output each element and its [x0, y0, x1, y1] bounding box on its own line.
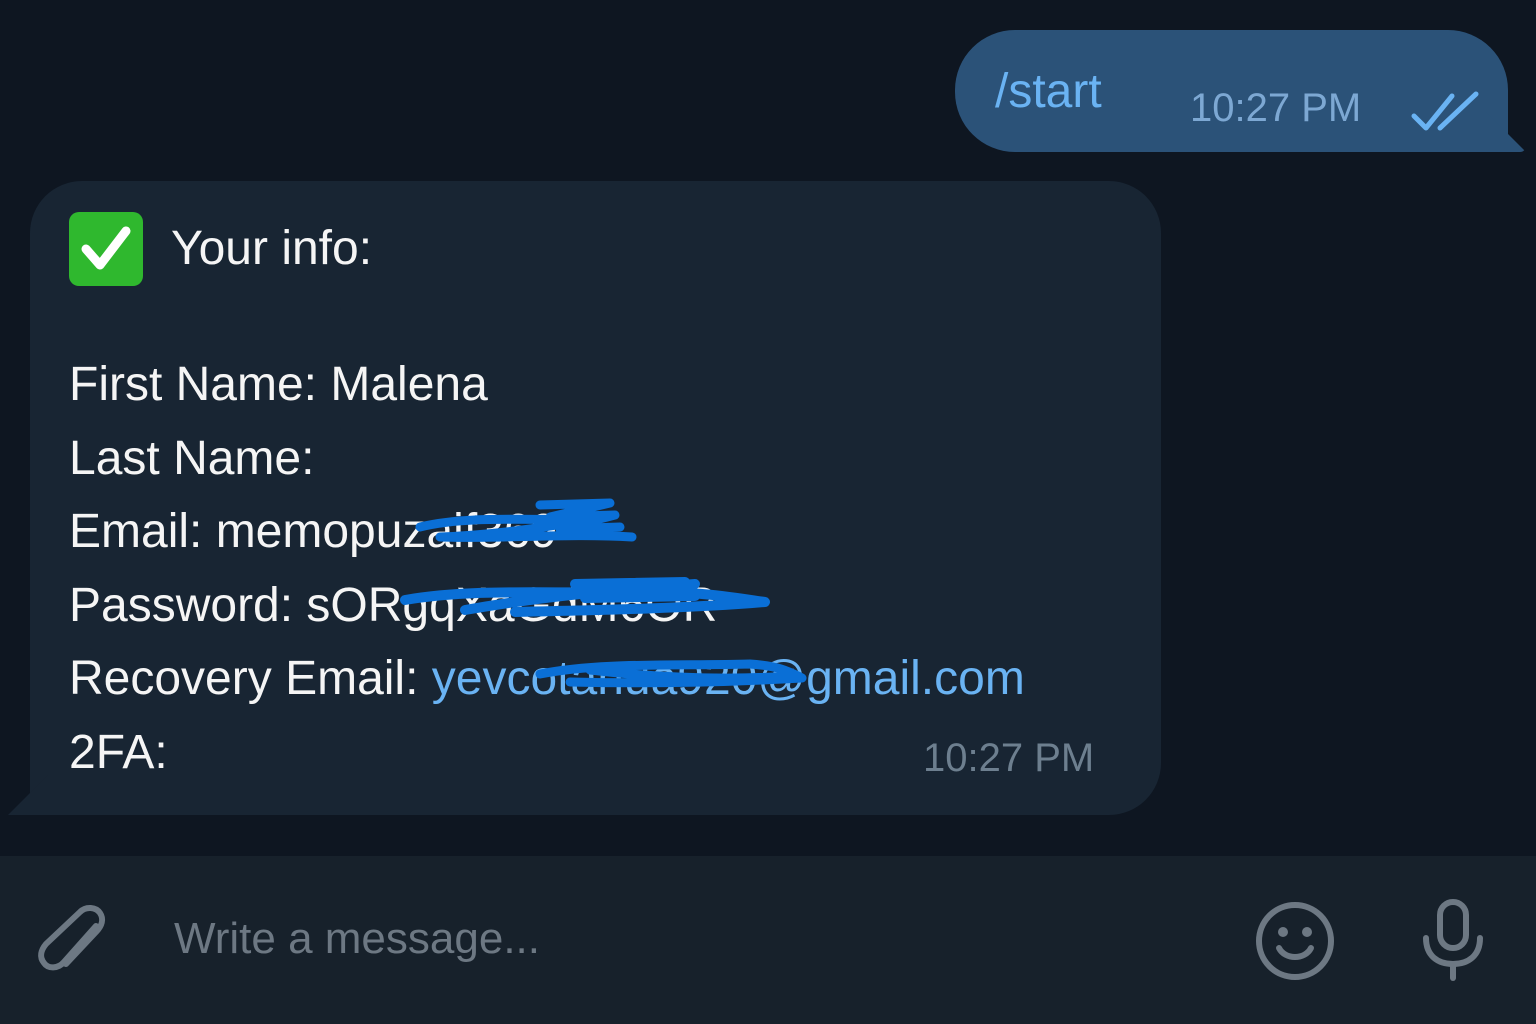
- recovery-redacted-part: otanua920: [530, 652, 758, 705]
- double-check-icon: [1411, 91, 1479, 131]
- bubble-tail: [1486, 112, 1526, 152]
- recovery-email-line: Recovery Email: yevcotanua920@gmail.com: [69, 651, 1025, 706]
- smiley-icon[interactable]: [1254, 900, 1336, 982]
- password-prefix: Password: sORgq: [69, 579, 456, 632]
- outgoing-message-text: /start: [995, 65, 1102, 118]
- twofa-line: 2FA:: [69, 726, 168, 779]
- incoming-message-bubble[interactable]: Your info: First Name: Malena Last Name:…: [8, 181, 1161, 815]
- bubble-tail: [8, 775, 48, 815]
- chat-area: /start 10:27 PM Your info: First Name: M…: [0, 0, 1536, 856]
- last-name-line: Last Name:: [69, 432, 315, 485]
- first-name-line: First Name: Malena: [69, 358, 488, 411]
- recovery-email-label: Recovery Email:: [69, 652, 432, 705]
- microphone-icon[interactable]: [1420, 898, 1486, 982]
- email-prefix: Email: memopuz: [69, 505, 427, 558]
- recovery-email-link[interactable]: yevcotanua920@gmail.com: [432, 652, 1025, 705]
- incoming-message-time: 10:27 PM: [923, 736, 1095, 780]
- email-redacted-part: aif369: [426, 505, 558, 558]
- paperclip-icon[interactable]: [36, 904, 112, 984]
- password-line: Password: sORgqXaGdM6OR: [69, 578, 717, 633]
- email-line: Email: memopuzaif369: [69, 504, 557, 559]
- password-redacted-part: XaGdM6OR: [455, 579, 718, 632]
- white-check-mark-emoji: [69, 212, 143, 286]
- message-header: Your info:: [171, 222, 373, 275]
- message-input[interactable]: Write a message...: [174, 914, 540, 964]
- check-icon: [81, 226, 131, 270]
- outgoing-message-time: 10:27 PM: [1190, 86, 1362, 130]
- outgoing-message-bubble[interactable]: /start 10:27 PM: [955, 30, 1526, 152]
